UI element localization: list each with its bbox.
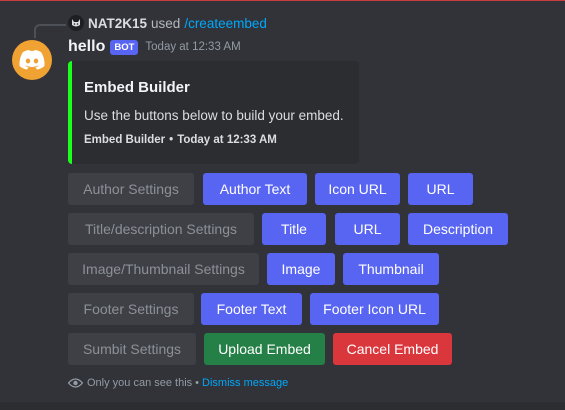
bot-username[interactable]: hello — [68, 38, 105, 56]
image-button[interactable]: Image — [267, 253, 335, 285]
eye-icon — [68, 378, 83, 388]
command-name-link[interactable]: /createembed — [184, 16, 267, 31]
title-url-button[interactable]: URL — [335, 213, 400, 245]
discord-logo-icon — [19, 50, 45, 70]
footer-text-button[interactable]: Footer Text — [201, 293, 302, 325]
dismiss-message-link[interactable]: Dismiss message — [202, 377, 288, 389]
submit-settings-button[interactable]: Sumbit Settings — [68, 333, 196, 365]
embed-description: Use the buttons below to build your embe… — [84, 108, 344, 123]
cancel-embed-button[interactable]: Cancel Embed — [333, 333, 452, 365]
footer-icon-url-button[interactable]: Footer Icon URL — [310, 293, 439, 325]
embed-footer-timestamp: Today at 12:33 AM — [177, 134, 277, 146]
footer-settings-button[interactable]: Footer Settings — [68, 293, 194, 325]
command-reply-line — [34, 24, 66, 38]
icon-url-button[interactable]: Icon URL — [315, 173, 400, 205]
message-header: hello BOT Today at 12:33 AM — [68, 37, 241, 57]
user-avatar-small[interactable] — [68, 15, 84, 31]
title-button[interactable]: Title — [262, 213, 326, 245]
embed-card: Embed Builder Use the buttons below to b… — [68, 61, 359, 164]
ephemeral-notice-text: Only you can see this — [87, 377, 193, 389]
command-invocation: NAT2K15 used /createembed — [68, 14, 267, 32]
author-settings-button[interactable]: Author Settings — [68, 173, 194, 205]
new-messages-divider — [0, 0, 565, 1]
ephemeral-separator: • — [195, 377, 200, 389]
author-url-button[interactable]: URL — [408, 173, 473, 205]
embed-title: Embed Builder — [84, 79, 190, 96]
upload-embed-button[interactable]: Upload Embed — [204, 333, 325, 365]
embed-footer-text: Embed Builder — [84, 134, 166, 146]
command-used-text: used — [151, 15, 181, 31]
embed-footer-separator: • — [169, 134, 174, 146]
image-thumbnail-settings-button[interactable]: Image/Thumbnail Settings — [68, 253, 259, 285]
embed-footer: Embed Builder • Today at 12:33 AM — [84, 134, 277, 146]
title-description-settings-button[interactable]: Title/description Settings — [68, 213, 254, 245]
message-timestamp: Today at 12:33 AM — [145, 41, 241, 53]
cat-face-icon — [72, 19, 80, 27]
bot-badge: BOT — [110, 39, 139, 55]
command-user-name[interactable]: NAT2K15 — [88, 16, 147, 31]
thumbnail-button[interactable]: Thumbnail — [343, 253, 439, 285]
author-text-button[interactable]: Author Text — [203, 173, 307, 205]
bot-avatar[interactable] — [12, 40, 52, 80]
bottom-bar — [0, 402, 565, 410]
ephemeral-notice: Only you can see this • Dismiss message — [68, 377, 288, 389]
description-button[interactable]: Description — [408, 213, 508, 245]
